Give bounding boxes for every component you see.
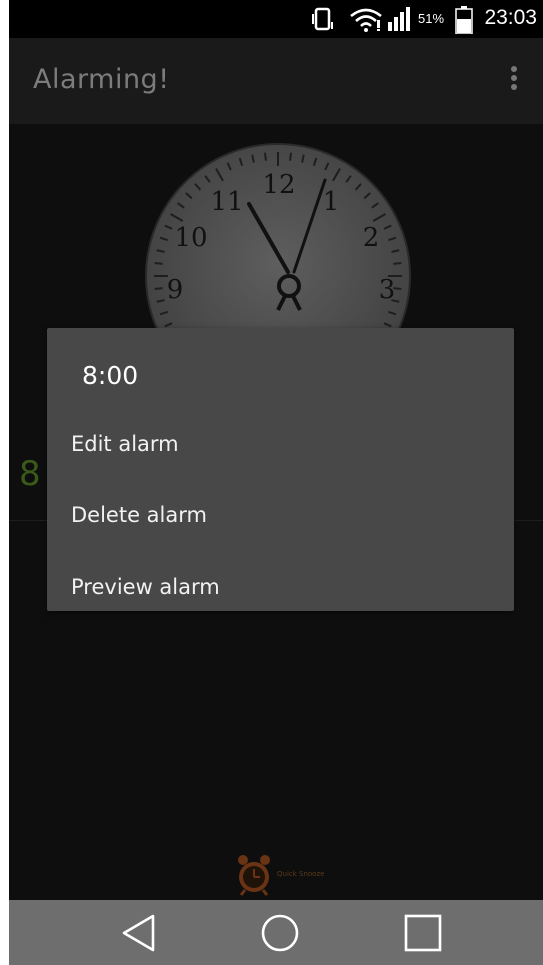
quick-snooze-label: Quick Snooze xyxy=(277,870,325,878)
clock-numeral-2: 2 xyxy=(363,223,380,253)
clock-tick xyxy=(154,287,163,290)
clock-tick xyxy=(154,262,163,265)
clock-tick xyxy=(289,152,292,161)
menu-item-label: Delete alarm xyxy=(71,503,207,527)
alarm-clock-icon[interactable] xyxy=(235,852,273,896)
menu-item-label: Edit alarm xyxy=(71,432,179,456)
home-icon[interactable] xyxy=(259,912,301,954)
back-icon[interactable] xyxy=(119,912,159,954)
clock-tick xyxy=(264,152,267,161)
battery-percent: 51% xyxy=(418,11,445,26)
app-title: Alarming! xyxy=(33,64,170,95)
clock-numeral-3: 3 xyxy=(379,275,396,305)
dialog-title: 8:00 xyxy=(82,361,139,390)
alarm-row-time[interactable]: 8 xyxy=(19,454,41,494)
status-bar: 51% 23:03 xyxy=(9,0,543,38)
alarm-context-dialog: 8:00 Edit alarm Delete alarm Preview ala… xyxy=(47,328,514,611)
edit-alarm-item[interactable]: Edit alarm xyxy=(47,414,514,478)
preview-alarm-item[interactable]: Preview alarm xyxy=(47,557,514,621)
recents-icon[interactable] xyxy=(402,912,444,954)
signal-icon xyxy=(388,7,410,31)
clock-numeral-12: 12 xyxy=(262,170,295,200)
delete-alarm-item[interactable]: Delete alarm xyxy=(47,485,514,549)
status-time: 23:03 xyxy=(484,6,537,29)
clock-numeral-1: 1 xyxy=(323,187,340,217)
wifi-icon xyxy=(350,8,382,32)
clock-numeral-9: 9 xyxy=(167,275,184,305)
clock-numeral-11: 11 xyxy=(210,187,243,217)
menu-item-label: Preview alarm xyxy=(71,575,220,599)
vibrate-icon xyxy=(312,7,333,31)
clock-tick xyxy=(393,262,402,265)
screen: 51% 23:03 Alarming! 12 1 2 3 9 10 11 8 Q… xyxy=(9,0,543,965)
battery-icon xyxy=(455,6,473,34)
app-bar: Alarming! xyxy=(9,38,543,124)
clock-numeral-10: 10 xyxy=(174,223,207,253)
navigation-bar xyxy=(9,900,543,965)
more-vert-icon[interactable] xyxy=(506,66,522,96)
